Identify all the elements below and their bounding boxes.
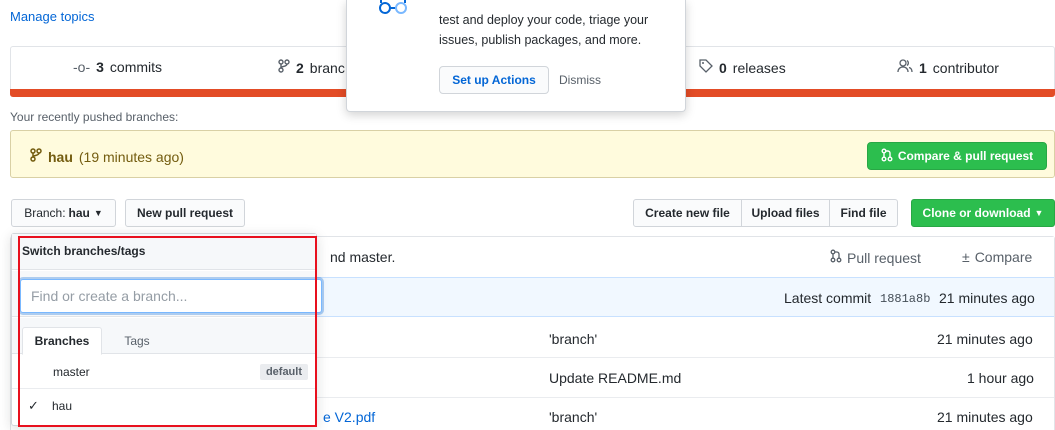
branch-prefix: Branch: [24,206,66,220]
commits-count: 3 [96,59,104,75]
recent-branch: hau (19 minutes ago) [30,148,184,165]
branch-item-label: master [53,364,90,379]
new-pull-request-button[interactable]: New pull request [125,199,245,227]
caret-down-icon: ▼ [1034,208,1044,218]
file-commit-message[interactable]: 'branch' [549,331,597,347]
actions-popover: test and deploy your code, triage your i… [346,0,686,112]
check-icon: ✓ [28,398,39,413]
compare-status-text: nd master. [330,249,396,265]
tab-branches[interactable]: Branches [22,327,102,355]
compare-link[interactable]: ± Compare [962,249,1032,265]
clone-label: Clone or download [922,206,1031,220]
commits-link[interactable]: -o- 3 commits [73,59,162,75]
branch-dropdown-menu: Switch branches/tags Branches Tags maste… [11,233,322,426]
pull-request-icon [830,249,842,266]
branch-current: hau [68,206,90,220]
file-name-link[interactable]: e V2.pdf [323,409,375,425]
branch-item-hau[interactable]: ✓ hau [12,389,316,423]
branches-label: branc [309,59,345,76]
pull-request-link[interactable]: Pull request [830,249,921,266]
recent-branches-label: Your recently pushed branches: [10,110,179,124]
tab-tags[interactable]: Tags [112,327,162,355]
latest-commit-time: 21 minutes ago [939,290,1035,306]
pull-request-label: Pull request [847,249,921,266]
branch-search-input[interactable] [20,279,322,313]
file-commit-message[interactable]: Update README.md [549,370,681,386]
file-actions-group: Create new file Upload files Find file [633,199,898,227]
create-new-file-button[interactable]: Create new file [633,199,742,227]
branches-count: 2 [296,59,304,76]
compare-pull-request-button[interactable]: Compare & pull request [867,142,1047,170]
default-badge: default [259,364,308,380]
pull-request-icon [881,148,893,165]
find-file-button[interactable]: Find file [829,199,898,227]
people-icon [897,59,913,76]
actions-icon [377,0,417,22]
releases-link[interactable]: 0 releases [699,59,786,76]
branch-icon [278,59,290,76]
diff-icon: ± [962,249,970,265]
popover-text: test and deploy your code, triage your i… [439,13,649,47]
compare-label: Compare & pull request [897,149,1034,163]
branches-link[interactable]: 2 branc [278,59,345,76]
branch-item-label: hau [52,399,73,413]
dropdown-header: Switch branches/tags [12,234,316,270]
releases-count: 0 [719,59,727,76]
contributors-label: contributor [932,59,999,76]
upload-files-button[interactable]: Upload files [741,199,830,227]
releases-label: releases [732,59,786,76]
branch-icon [30,148,42,165]
recent-branch-time: (19 minutes ago) [78,148,184,165]
caret-down-icon: ▼ [93,208,103,218]
recent-branch-name[interactable]: hau [48,149,73,165]
dismiss-button[interactable]: Dismiss [559,66,601,94]
commits-label: commits [109,59,163,75]
contributors-count: 1 [919,59,927,76]
branch-select-button[interactable]: Branch: hau ▼ [11,199,116,227]
file-time: 21 minutes ago [937,409,1033,425]
contributors-link[interactable]: 1 contributor [897,59,999,76]
manage-topics-link[interactable]: Manage topics [10,9,95,24]
file-commit-message[interactable]: 'branch' [549,409,597,425]
setup-actions-button[interactable]: Set up Actions [439,66,549,94]
commit-icon: -o- [73,59,91,75]
latest-commit-label: Latest commit [784,290,872,306]
file-time: 21 minutes ago [937,331,1033,347]
commit-sha-link[interactable]: 1881a8b [880,292,930,306]
clone-download-button[interactable]: Clone or download ▼ [911,199,1055,227]
dropdown-tabs: Branches Tags [12,318,316,355]
file-time: 1 hour ago [967,370,1034,386]
compare-link-label: Compare [974,249,1033,265]
tag-icon [699,59,713,76]
branch-item-master[interactable]: master default [12,355,316,389]
dropdown-search-wrap [12,271,322,317]
